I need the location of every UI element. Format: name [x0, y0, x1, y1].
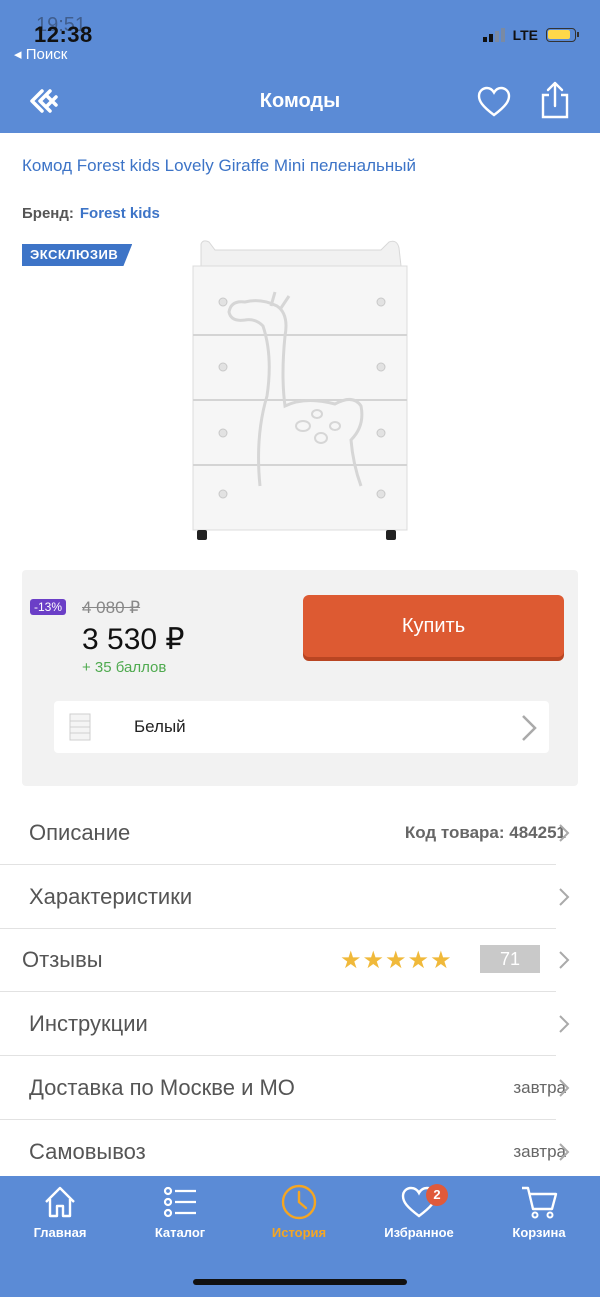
- description-row[interactable]: Описание Код товара: 484251: [0, 801, 570, 865]
- signal-icon: [482, 28, 505, 42]
- tab-favorites[interactable]: 2 Избранное: [364, 1182, 474, 1240]
- specs-row[interactable]: Характеристики: [0, 865, 570, 929]
- reviews-label: Отзывы: [22, 947, 103, 972]
- back-to-search-link[interactable]: ◂ Поиск: [14, 45, 67, 63]
- selected-color-label: Белый: [134, 717, 186, 736]
- description-label: Описание: [29, 820, 131, 845]
- tab-history-label: История: [271, 1225, 327, 1240]
- network-type: LTE: [512, 27, 538, 43]
- review-count: 71: [480, 945, 540, 973]
- heart-icon[interactable]: [476, 84, 512, 120]
- brand-link[interactable]: Forest kids: [80, 205, 160, 222]
- chevron-right-icon: [559, 951, 570, 969]
- chevron-right-icon: [559, 1015, 570, 1033]
- buy-button[interactable]: Купить: [303, 595, 564, 657]
- rating-stars: ★★★★★: [340, 947, 453, 974]
- status-indicators: LTE: [482, 27, 579, 43]
- top-bar: 19:51 12:38 ◂ Поиск LTE Комоды: [0, 0, 600, 133]
- home-indicator[interactable]: [193, 1279, 407, 1285]
- discount-badge: -13%: [30, 599, 67, 615]
- reviews-row[interactable]: Отзывы ★★★★★ 71: [0, 928, 570, 992]
- brand-label: Бренд:: [22, 205, 74, 222]
- chevron-right-icon: [559, 824, 570, 842]
- brand-line: Бренд: Forest kids: [22, 205, 160, 222]
- catalog-list-icon: [163, 1186, 196, 1218]
- chevron-right-icon: [522, 715, 537, 741]
- tab-cart-label: Корзина: [512, 1225, 566, 1240]
- cart-icon: [522, 1186, 558, 1219]
- pickup-label: Самовывоз: [29, 1139, 146, 1164]
- delivery-row[interactable]: Доставка по Москве и МО завтра: [0, 1056, 570, 1120]
- tab-cart[interactable]: Корзина: [484, 1182, 594, 1240]
- current-price: 3 530 ₽: [82, 623, 185, 656]
- home-icon: [45, 1186, 75, 1218]
- color-variant-thumbnail: [69, 713, 91, 741]
- tab-home[interactable]: Главная: [5, 1182, 115, 1240]
- tab-favorites-label: Избранное: [384, 1225, 454, 1240]
- bonus-points: + 35 баллов: [82, 659, 167, 676]
- tab-catalog-label: Каталог: [154, 1225, 206, 1240]
- purchase-panel: -13% 4 080 ₽ 3 530 ₽ + 35 баллов Купить …: [22, 570, 578, 786]
- clock-icon: [281, 1184, 317, 1220]
- product-title: Комод Forest kids Lovely Giraffe Mini пе…: [22, 156, 417, 175]
- specs-label: Характеристики: [29, 884, 193, 909]
- color-selector[interactable]: Белый: [54, 701, 549, 753]
- old-price: 4 080 ₽: [82, 598, 141, 617]
- exclusive-badge: ЭКСКЛЮЗИВ: [22, 244, 133, 266]
- product-image[interactable]: [185, 236, 415, 546]
- pickup-row[interactable]: Самовывоз завтра: [0, 1120, 570, 1183]
- tab-history[interactable]: История: [244, 1182, 354, 1240]
- chevron-right-icon: [559, 1079, 570, 1097]
- share-icon[interactable]: [538, 80, 572, 120]
- instructions-row[interactable]: Инструкции: [0, 992, 570, 1056]
- favorites-count-badge: 2: [426, 1184, 448, 1206]
- chevron-right-icon: [559, 1143, 570, 1161]
- tab-home-label: Главная: [33, 1225, 87, 1240]
- product-code: Код товара: 484251: [404, 823, 566, 842]
- instructions-label: Инструкции: [29, 1011, 148, 1036]
- chevron-right-icon: [559, 888, 570, 906]
- tab-catalog[interactable]: Каталог: [125, 1182, 235, 1240]
- battery-icon: [546, 28, 579, 42]
- delivery-label: Доставка по Москве и МО: [29, 1075, 295, 1100]
